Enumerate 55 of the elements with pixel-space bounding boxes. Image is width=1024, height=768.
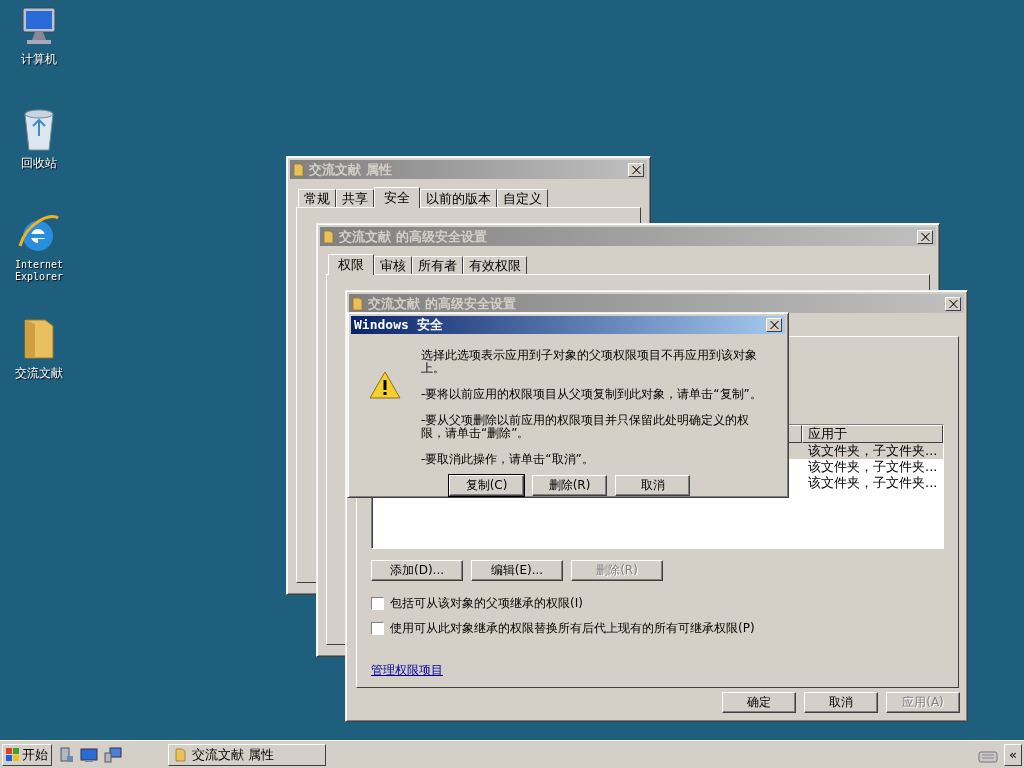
dialog-message: -要取消此操作，请单击“取消”。 (421, 453, 595, 466)
checkbox-label: 包括可从该对象的父项继承的权限(I) (390, 595, 583, 612)
desktop-icon-label: 计算机 (20, 51, 58, 68)
dialog-button[interactable]: 取消 (804, 692, 878, 713)
tab[interactable]: 所有者 (412, 256, 463, 274)
desktop-icon-label: 交流文献 (14, 365, 64, 382)
tray-toggle-button[interactable]: « (1004, 743, 1022, 766)
close-button[interactable] (917, 229, 933, 244)
checkbox-label: 使用可从此对象继承的权限替换所有后代上现有的所有可继承权限(P) (390, 620, 755, 637)
dialog-message: -要将以前应用的权限项目从父项复制到此对象，请单击“复制”。 (421, 388, 763, 401)
close-icon (920, 232, 930, 241)
tab[interactable]: 有效权限 (463, 256, 527, 274)
tab[interactable]: 常规 (298, 189, 336, 207)
window-title: 交流文献 属性 (309, 160, 393, 179)
folder-icon (323, 229, 334, 244)
folder-icon (293, 162, 304, 177)
start-button[interactable]: 开始 (2, 743, 52, 766)
folder-icon[interactable] (21, 316, 57, 362)
manage-entries-link[interactable]: 管理权限项目 (371, 662, 443, 679)
close-icon (769, 321, 779, 329)
close-button[interactable] (628, 162, 644, 177)
dialog-button[interactable]: 删除(R) (532, 475, 607, 496)
checkbox[interactable] (371, 597, 384, 610)
window-title: 交流文献 的高级安全设置 (368, 294, 517, 313)
dialog-message: 选择此选项表示应用到子对象的父项权限项目不再应用到该对象上。 (421, 349, 758, 375)
desktop-icon-label: Internet Explorer (13, 259, 65, 283)
dialog-message: -要从父项删除以前应用的权限项目并只保留此处明确定义的权限，请单击“删除”。 (421, 414, 751, 440)
tab[interactable]: 共享 (336, 189, 374, 207)
folder-icon (352, 296, 363, 311)
tab[interactable]: 以前的版本 (420, 189, 497, 207)
close-button[interactable] (945, 296, 961, 311)
dialog-button[interactable]: 复制(C) (449, 475, 524, 496)
taskbar-button[interactable]: 交流文献 属性 (168, 743, 326, 766)
dialog-button[interactable]: 取消 (615, 475, 690, 496)
folder-icon (175, 747, 186, 762)
window-title: 交流文献 的高级安全设置 (339, 227, 488, 246)
table-cell-text: 该文件夹，子文件夹... (807, 442, 938, 460)
windows-logo-icon (6, 747, 20, 762)
column-header[interactable]: 应用于 (802, 425, 943, 443)
desktop-icon-label: 回收站 (20, 155, 58, 172)
dialog-title: Windows 安全 (354, 316, 444, 334)
action-button[interactable]: 添加(D)... (371, 560, 463, 581)
tab[interactable]: 自定义 (497, 189, 548, 207)
action-button[interactable]: 编辑(E)... (471, 560, 563, 581)
warning-icon (369, 370, 401, 400)
tab[interactable]: 权限 (328, 254, 374, 275)
monitor-icon[interactable] (104, 746, 122, 763)
close-icon (948, 299, 958, 308)
tab[interactable]: 安全 (374, 187, 420, 208)
close-button[interactable] (766, 318, 782, 332)
dialog-button[interactable]: 确定 (722, 692, 796, 713)
tab[interactable]: 审核 (374, 256, 412, 274)
close-icon (631, 165, 641, 174)
checkbox[interactable] (371, 622, 384, 635)
desktop-icon[interactable] (80, 746, 98, 763)
